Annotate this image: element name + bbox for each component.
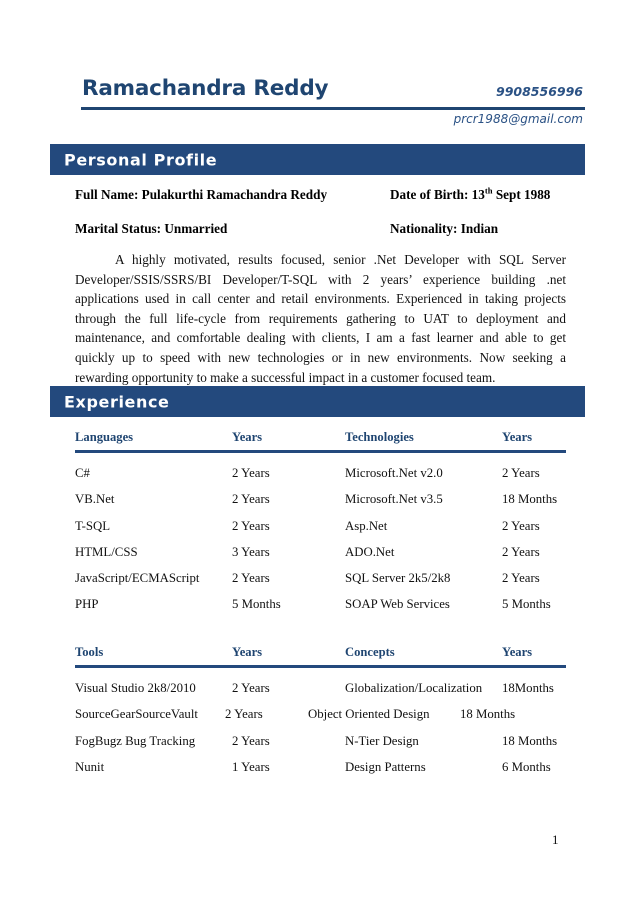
cell-concept-years: 18 Months: [502, 733, 558, 748]
table-body: Visual Studio 2k8/2010 2 Years Globaliza…: [75, 681, 566, 786]
cell-concept: N-Tier Design: [345, 733, 419, 748]
cell-language: T-SQL: [75, 518, 111, 533]
cell-concept: Design Patterns: [345, 759, 426, 774]
cell-technology: Microsoft.Net v3.5: [345, 492, 443, 507]
cell-technology-years: 2 Years: [502, 518, 540, 533]
section-title-text: Experience: [64, 392, 170, 411]
cell-technology: ADO.Net: [345, 544, 395, 559]
cell-language: PHP: [75, 597, 99, 612]
table-row: JavaScript/ECMAScript 2 Years SQL Server…: [75, 571, 566, 597]
table-header-underline: [75, 450, 566, 453]
cell-tool-years: 1 Years: [232, 759, 270, 774]
resume-page: Ramachandra Reddy 9908556996 prcr1988@gm…: [0, 0, 638, 903]
column-header-languages: Languages: [75, 430, 134, 444]
cell-tool-years: 2 Years: [232, 681, 270, 695]
cell-tool: Nunit: [75, 759, 105, 774]
section-title-text: Personal Profile: [64, 150, 218, 169]
profile-summary-paragraph: A highly motivated, results focused, sen…: [75, 252, 566, 385]
table-body: C# 2 Years Microsoft.Net v2.0 2 Years VB…: [75, 466, 566, 624]
detail-dob-superscript: th: [484, 185, 493, 196]
column-header-years-right: Years: [502, 430, 533, 444]
column-header-years-left: Years: [232, 430, 263, 444]
cell-tool: Visual Studio 2k8/2010: [75, 681, 196, 695]
cell-language: C#: [75, 466, 90, 480]
detail-marital-status: Marital Status: Unmarried: [75, 221, 228, 236]
cell-language-years: 2 Years: [232, 518, 270, 533]
cell-language: HTML/CSS: [75, 544, 138, 559]
column-header-tools: Tools: [75, 645, 104, 659]
cell-language-years: 2 Years: [232, 466, 270, 480]
cell-language-years: 3 Years: [232, 544, 270, 559]
table-row: C# 2 Years Microsoft.Net v2.0 2 Years: [75, 466, 566, 492]
cell-tool: FogBugz Bug Tracking: [75, 733, 196, 748]
table-row: FogBugz Bug Tracking 2 Years N-Tier Desi…: [75, 734, 566, 760]
cell-technology-years: 5 Months: [502, 597, 551, 612]
cell-technology-years: 2 Years: [502, 544, 540, 559]
resume-header: Ramachandra Reddy 9908556996 prcr1988@gm…: [50, 76, 585, 132]
cell-technology-years: 2 Years: [502, 466, 540, 480]
header-divider: [81, 107, 585, 110]
table-row: VB.Net 2 Years Microsoft.Net v3.5 18 Mon…: [75, 492, 566, 518]
email-address: prcr1988@gmail.com: [453, 112, 583, 126]
page-number: 1: [552, 832, 559, 847]
cell-language-years: 2 Years: [232, 571, 270, 586]
detail-dob-suffix: Sept 1988: [492, 187, 551, 202]
cell-technology: SQL Server 2k5/2k8: [345, 571, 451, 586]
cell-technology: SOAP Web Services: [345, 597, 450, 612]
table-header-row: Tools Years Concepts Years: [75, 645, 566, 668]
cell-language: JavaScript/ECMAScript: [75, 571, 200, 586]
section-header-experience: Experience: [50, 386, 585, 417]
cell-concept-years: 6 Months: [502, 759, 551, 774]
cell-technology: Microsoft.Net v2.0: [345, 466, 443, 480]
cell-concept-years: 18Months: [502, 681, 554, 695]
cell-technology-years: 18 Months: [502, 492, 558, 507]
cell-tool-years: 2 Years: [232, 733, 270, 748]
table-row: Nunit 1 Years Design Patterns 6 Months: [75, 760, 566, 786]
detail-date-of-birth: Date of Birth: 13th Sept 1988: [390, 185, 551, 203]
cell-language-years: 5 Months: [232, 597, 281, 612]
table-row: HTML/CSS 3 Years ADO.Net 2 Years: [75, 545, 566, 571]
cell-technology: Asp.Net: [345, 518, 388, 533]
table-header-row: Languages Years Technologies Years: [75, 430, 566, 453]
cell-technology-years: 2 Years: [502, 571, 540, 586]
cell-language-years: 2 Years: [232, 492, 270, 507]
candidate-name: Ramachandra Reddy: [82, 76, 329, 101]
skills-table-tools: Tools Years Concepts Years Visual Studio…: [75, 645, 566, 786]
cell-concept: Object Oriented Design: [308, 707, 430, 722]
table-row: PHP 5 Months SOAP Web Services 5 Months: [75, 597, 566, 623]
column-header-years-right: Years: [502, 645, 533, 659]
table-row: Visual Studio 2k8/2010 2 Years Globaliza…: [75, 681, 566, 707]
table-row: T-SQL 2 Years Asp.Net 2 Years: [75, 519, 566, 545]
phone-number: 9908556996: [496, 84, 583, 99]
column-header-concepts: Concepts: [345, 645, 395, 659]
section-header-personal-profile: Personal Profile: [50, 144, 585, 175]
cell-tool: SourceGearSourceVault: [75, 707, 198, 722]
column-header-years-left: Years: [232, 645, 263, 659]
column-header-technologies: Technologies: [345, 430, 414, 444]
cell-tool-years: 2 Years: [225, 707, 263, 722]
detail-nationality: Nationality: Indian: [390, 221, 499, 236]
cell-concept-years: 18 Months: [460, 707, 516, 722]
detail-dob-label: Date of Birth: 13: [390, 187, 485, 202]
cell-language: VB.Net: [75, 492, 115, 507]
cell-concept: Globalization/Localization: [345, 681, 483, 695]
detail-full-name: Full Name: Pulakurthi Ramachandra Reddy: [75, 187, 328, 202]
table-row: SourceGearSourceVault 2 Years Object Ori…: [75, 707, 566, 733]
skills-table-languages: Languages Years Technologies Years C# 2 …: [75, 430, 566, 624]
table-header-underline: [75, 665, 566, 668]
